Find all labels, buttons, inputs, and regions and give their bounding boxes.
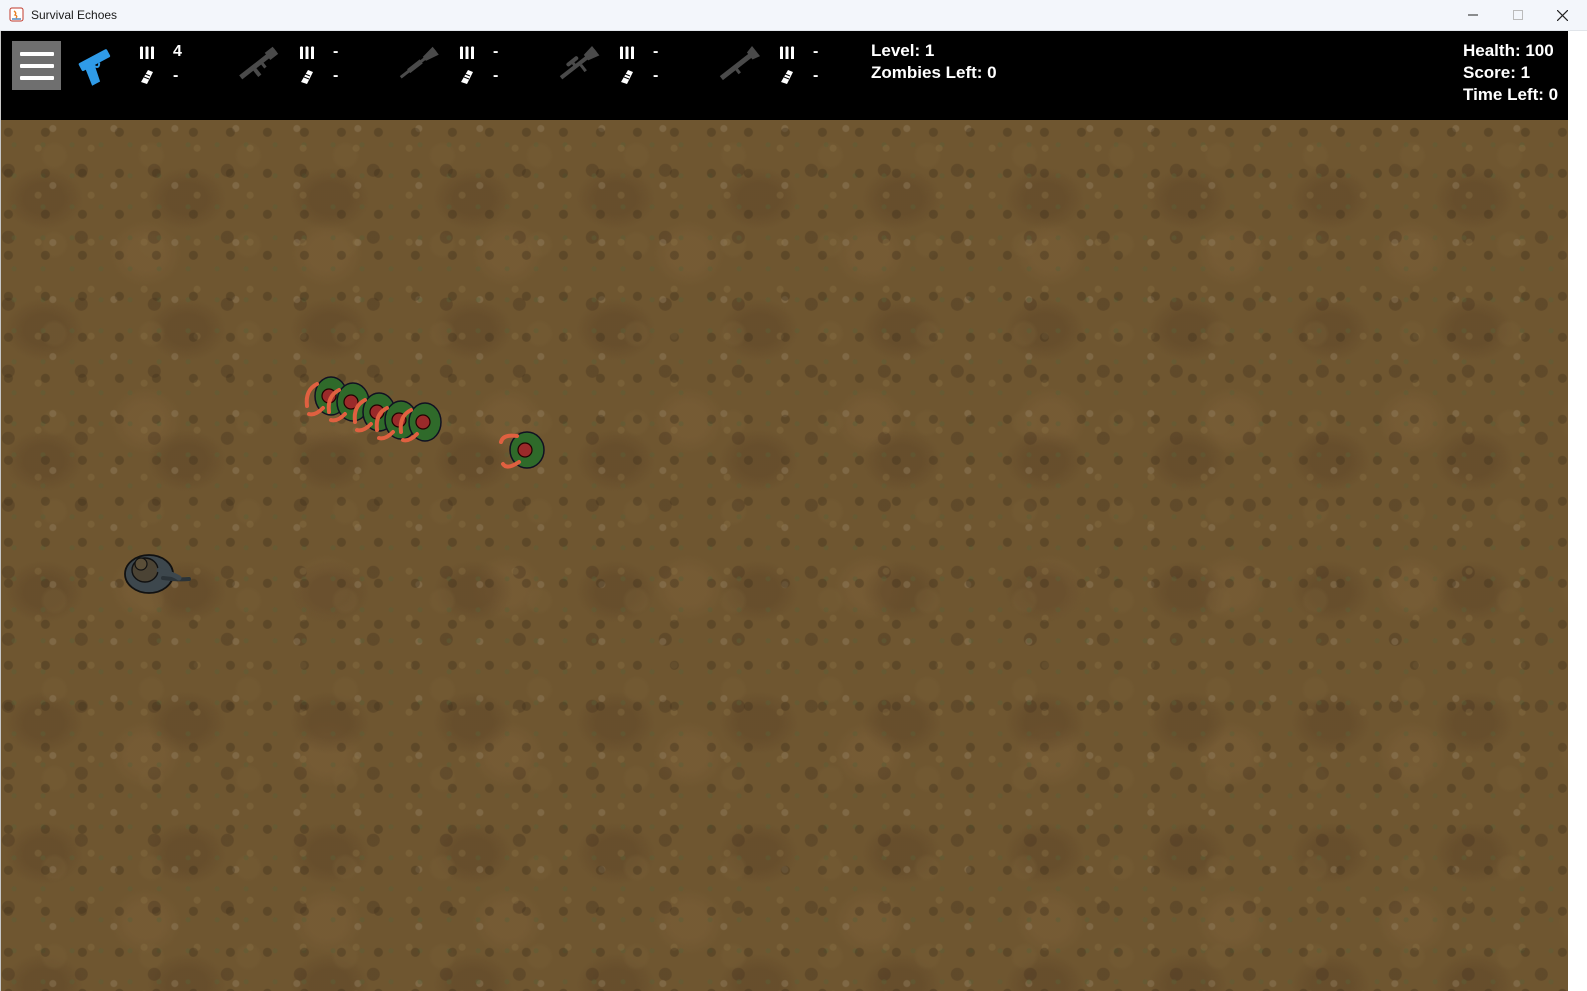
bullets-icon — [299, 46, 315, 59]
weapon-slot-shotgun[interactable]: - - — [397, 39, 557, 95]
weapon-slot-pistol[interactable]: 4 - — [77, 39, 237, 95]
player-stats: Health: 100 Score: 1 Time Left: 0 — [1463, 40, 1558, 106]
menu-button[interactable] — [12, 41, 61, 90]
hud-bar: 4 - - - - - - - - - Level: 1 Zombies Lef… — [1, 31, 1568, 120]
close-button[interactable] — [1540, 0, 1585, 30]
window-title-bar: Survival Echoes — [0, 0, 1587, 31]
score-label: Score: 1 — [1463, 63, 1531, 82]
health-label: Health: 100 — [1463, 41, 1554, 60]
assault-rifle-icon — [239, 46, 279, 80]
weapon-slot-assault-rifle[interactable]: - - — [237, 39, 397, 95]
zombie-sprite — [499, 431, 545, 469]
minimize-icon — [1467, 14, 1478, 16]
loaded-ammo-count: 4 — [173, 43, 182, 60]
loaded-ammo-count: - — [653, 43, 659, 60]
maximize-icon — [1512, 10, 1523, 20]
reserve-ammo-count: - — [813, 67, 819, 84]
game-field[interactable] — [1, 120, 1568, 991]
menu-icon — [19, 51, 54, 56]
close-icon — [1557, 9, 1568, 21]
window-title: Survival Echoes — [31, 8, 118, 22]
reserve-ammo-count: - — [653, 67, 659, 84]
weapon-slot-rocket-launcher[interactable]: - - — [717, 39, 877, 95]
weapon-slot-sniper-rifle[interactable]: - - — [557, 39, 717, 95]
bullets-icon — [779, 46, 795, 59]
time-left-label: Time Left: 0 — [1463, 85, 1559, 104]
magazine-icon — [141, 70, 153, 84]
level-label: Level: 1 — [871, 41, 935, 60]
maximize-button[interactable] — [1495, 0, 1540, 30]
game-canvas[interactable]: 4 - - - - - - - - - Level: 1 Zombies Lef… — [0, 31, 1568, 991]
bullets-icon — [619, 46, 635, 59]
loaded-ammo-count: - — [493, 43, 499, 60]
reserve-ammo-count: - — [333, 67, 339, 84]
zombie-sprite — [398, 402, 442, 443]
shotgun-icon — [399, 46, 439, 79]
zombies-left-label: Zombies Left: 0 — [871, 63, 997, 82]
java-app-icon — [9, 7, 24, 22]
level-stats: Level: 1 Zombies Left: 0 — [871, 40, 997, 84]
rocket-launcher-icon — [719, 45, 761, 81]
magazine-icon — [461, 70, 473, 84]
loaded-ammo-count: - — [333, 43, 339, 60]
bullets-icon — [139, 46, 155, 59]
magazine-icon — [301, 70, 313, 84]
magazine-icon — [621, 70, 633, 84]
loaded-ammo-count: - — [813, 43, 819, 60]
menu-icon-line — [19, 63, 54, 68]
menu-icon-line — [19, 75, 54, 80]
reserve-ammo-count: - — [493, 67, 499, 84]
pistol-icon — [78, 49, 111, 86]
player-sprite — [124, 554, 191, 594]
sniper-rifle-icon — [559, 45, 600, 80]
reserve-ammo-count: - — [173, 67, 179, 84]
minimize-button[interactable] — [1450, 0, 1495, 30]
magazine-icon — [781, 70, 793, 84]
bullets-icon — [459, 46, 475, 59]
